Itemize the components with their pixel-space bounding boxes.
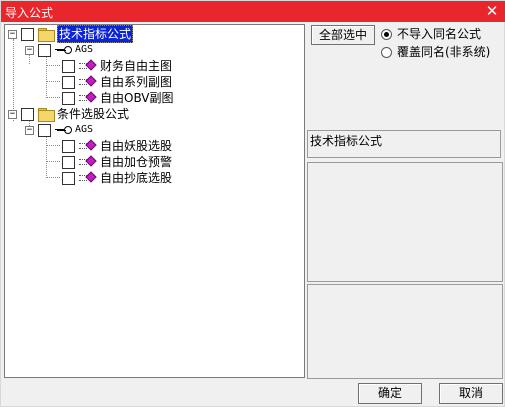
formula-icon xyxy=(79,171,97,184)
tree-node-ags[interactable]: − AGS xyxy=(25,42,93,58)
leaf-checkbox[interactable] xyxy=(62,59,75,73)
key-icon xyxy=(55,45,72,55)
tree-leaf-label[interactable]: 自由OBV副图 xyxy=(100,90,174,106)
tree-leaf-label[interactable]: 自由系列副图 xyxy=(100,74,172,90)
formula-detail-box xyxy=(307,284,503,379)
leaf-checkbox[interactable] xyxy=(62,155,75,169)
option-overwrite-duplicates[interactable]: 覆盖同名(非系统) xyxy=(381,44,490,60)
option-label[interactable]: 覆盖同名(非系统) xyxy=(397,44,490,60)
title-bar: 导入公式 ✕ xyxy=(1,1,505,22)
select-all-button[interactable]: 全部选中 xyxy=(311,25,375,45)
option-skip-duplicates[interactable]: 不导入同名公式 xyxy=(381,26,481,42)
cancel-button[interactable]: 取消 xyxy=(439,383,503,404)
tree-leaf-formula[interactable]: 自由系列副图 xyxy=(62,74,172,90)
import-formula-dialog: 导入公式 ✕ − 技术指标公式 − AGS 财务自由主图 自由系列副图 自由OB… xyxy=(0,0,505,407)
tree-group-label[interactable]: 条件选股公式 xyxy=(57,106,129,122)
folder-icon xyxy=(38,108,55,122)
key-icon xyxy=(55,125,72,135)
tree-group-label[interactable]: 技术指标公式 xyxy=(57,25,134,43)
ok-button[interactable]: 确定 xyxy=(358,383,422,404)
formula-category-display: 技术指标公式 xyxy=(307,130,501,158)
group-checkbox[interactable] xyxy=(21,27,34,41)
tree-connector xyxy=(46,161,60,162)
formula-icon xyxy=(79,155,97,168)
formula-icon xyxy=(79,91,97,104)
tree-leaf-formula[interactable]: 财务自由主图 xyxy=(62,58,172,74)
leaf-checkbox[interactable] xyxy=(62,75,75,89)
option-label[interactable]: 不导入同名公式 xyxy=(397,26,481,42)
node-checkbox[interactable] xyxy=(38,43,51,57)
formula-description-box xyxy=(307,162,503,282)
tree-connector xyxy=(46,97,60,98)
tree-leaf-formula[interactable]: 自由OBV副图 xyxy=(62,90,174,106)
leaf-checkbox[interactable] xyxy=(62,171,75,185)
tree-connector xyxy=(46,177,60,178)
radio-button[interactable] xyxy=(381,46,392,58)
collapse-toggle[interactable]: − xyxy=(8,109,17,119)
leaf-checkbox[interactable] xyxy=(62,139,75,153)
tree-leaf-label[interactable]: 自由抄底选股 xyxy=(100,170,172,186)
collapse-toggle[interactable]: − xyxy=(25,45,34,55)
leaf-checkbox[interactable] xyxy=(62,91,75,105)
tree-leaf-formula[interactable]: 自由加仓预警 xyxy=(62,154,172,170)
formula-icon xyxy=(79,139,97,152)
tree-group-screening[interactable]: − 条件选股公式 xyxy=(8,106,129,122)
formula-icon xyxy=(79,59,97,72)
node-checkbox[interactable] xyxy=(38,123,51,137)
tree-leaf-label[interactable]: 财务自由主图 xyxy=(100,58,172,74)
collapse-toggle[interactable]: − xyxy=(8,29,17,39)
tree-group-technical[interactable]: − 技术指标公式 xyxy=(8,25,134,43)
tree-leaf-formula[interactable]: 自由妖股选股 xyxy=(62,138,172,154)
radio-button[interactable] xyxy=(381,28,392,40)
window-title: 导入公式 xyxy=(5,6,54,20)
tree-connector xyxy=(46,137,47,178)
tree-node-label[interactable]: AGS xyxy=(75,122,93,138)
tree-connector xyxy=(46,65,60,66)
tree-connector xyxy=(46,81,60,82)
tree-node-label[interactable]: AGS xyxy=(75,42,93,58)
tree-leaf-label[interactable]: 自由加仓预警 xyxy=(100,154,172,170)
collapse-toggle[interactable]: − xyxy=(25,125,34,135)
formula-tree[interactable]: − 技术指标公式 − AGS 财务自由主图 自由系列副图 自由OBV副图 − 条… xyxy=(4,24,305,378)
tree-connector xyxy=(46,55,47,98)
tree-leaf-label[interactable]: 自由妖股选股 xyxy=(100,138,172,154)
folder-icon xyxy=(38,28,55,42)
tree-node-ags[interactable]: − AGS xyxy=(25,122,93,138)
tree-leaf-formula[interactable]: 自由抄底选股 xyxy=(62,170,172,186)
tree-connector xyxy=(46,145,60,146)
close-icon[interactable]: ✕ xyxy=(484,2,500,20)
formula-icon xyxy=(79,75,97,88)
group-checkbox[interactable] xyxy=(21,107,34,121)
